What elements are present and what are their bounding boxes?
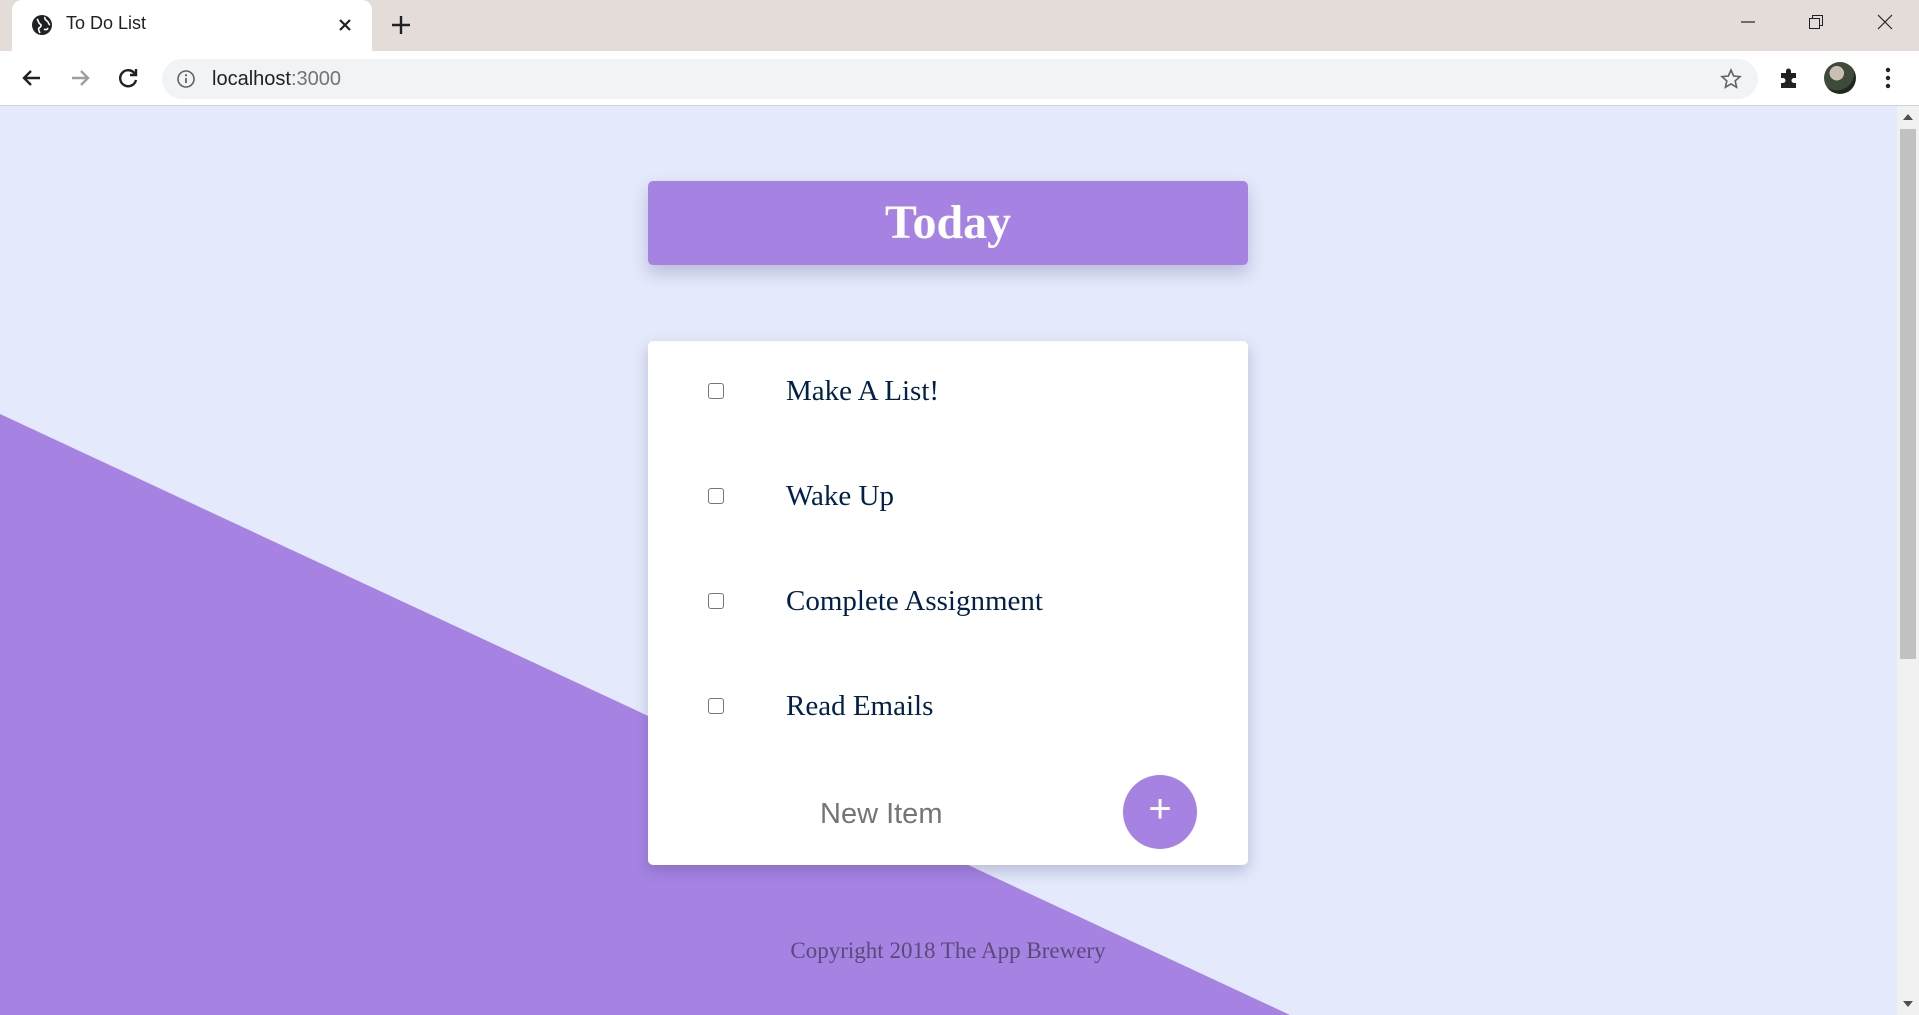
- footer-copyright: Copyright 2018 The App Brewery: [790, 938, 1106, 963]
- restore-icon: [1809, 15, 1823, 29]
- url-text: localhost:3000: [212, 68, 341, 90]
- close-icon: [1877, 14, 1893, 30]
- list-item: Read Emails: [648, 656, 1248, 761]
- todo-list: Make A List! Wake Up Complete Assignment…: [648, 341, 1248, 865]
- tab-strip: To Do List: [0, 0, 1919, 51]
- item-text: Complete Assignment: [786, 585, 1043, 617]
- item-text: Read Emails: [786, 690, 934, 722]
- item-text: Make A List!: [786, 375, 940, 407]
- address-bar[interactable]: localhost:3000: [162, 59, 1758, 99]
- vertical-scrollbar[interactable]: [1897, 106, 1919, 1015]
- profile-avatar[interactable]: [1824, 62, 1856, 94]
- list-item: Complete Assignment: [648, 551, 1248, 656]
- add-item-button[interactable]: +: [1123, 775, 1197, 849]
- extensions-puzzle-icon[interactable]: [1776, 65, 1802, 91]
- item-text: Wake Up: [786, 480, 894, 512]
- bookmark-star-icon[interactable]: [1720, 68, 1742, 90]
- item-checkbox[interactable]: [708, 593, 724, 609]
- list-item: Make A List!: [648, 341, 1248, 446]
- item-checkbox[interactable]: [708, 383, 724, 399]
- reload-icon[interactable]: [114, 64, 142, 92]
- restore-button[interactable]: [1782, 0, 1850, 44]
- close-tab-icon[interactable]: [334, 14, 356, 36]
- tab-title: To Do List: [66, 13, 147, 33]
- scroll-down-arrow-icon[interactable]: [1902, 998, 1914, 1010]
- new-tab-icon[interactable]: [388, 12, 414, 38]
- browser-tab[interactable]: To Do List: [12, 0, 372, 51]
- forward-arrow-icon[interactable]: [66, 64, 94, 92]
- page-title: Today: [884, 196, 1012, 249]
- page-viewport: Today Make A List! Wake Up Complete Assi…: [0, 106, 1897, 1015]
- back-arrow-icon[interactable]: [18, 64, 46, 92]
- plus-icon: +: [1148, 787, 1172, 831]
- minimize-icon: [1741, 21, 1755, 23]
- heading-box: Today: [648, 181, 1248, 265]
- new-item-input[interactable]: [818, 791, 1062, 837]
- list-item: Wake Up: [648, 446, 1248, 551]
- globe-icon: [32, 15, 52, 35]
- item-checkbox[interactable]: [708, 698, 724, 714]
- info-icon[interactable]: [176, 69, 196, 89]
- minimize-button[interactable]: [1714, 0, 1782, 44]
- close-window-button[interactable]: [1851, 0, 1919, 44]
- browser-toolbar: localhost:3000: [0, 51, 1919, 106]
- scrollbar-thumb[interactable]: [1900, 129, 1916, 659]
- more-menu-icon[interactable]: [1876, 65, 1900, 91]
- scroll-up-arrow-icon[interactable]: [1902, 111, 1914, 123]
- item-checkbox[interactable]: [708, 488, 724, 504]
